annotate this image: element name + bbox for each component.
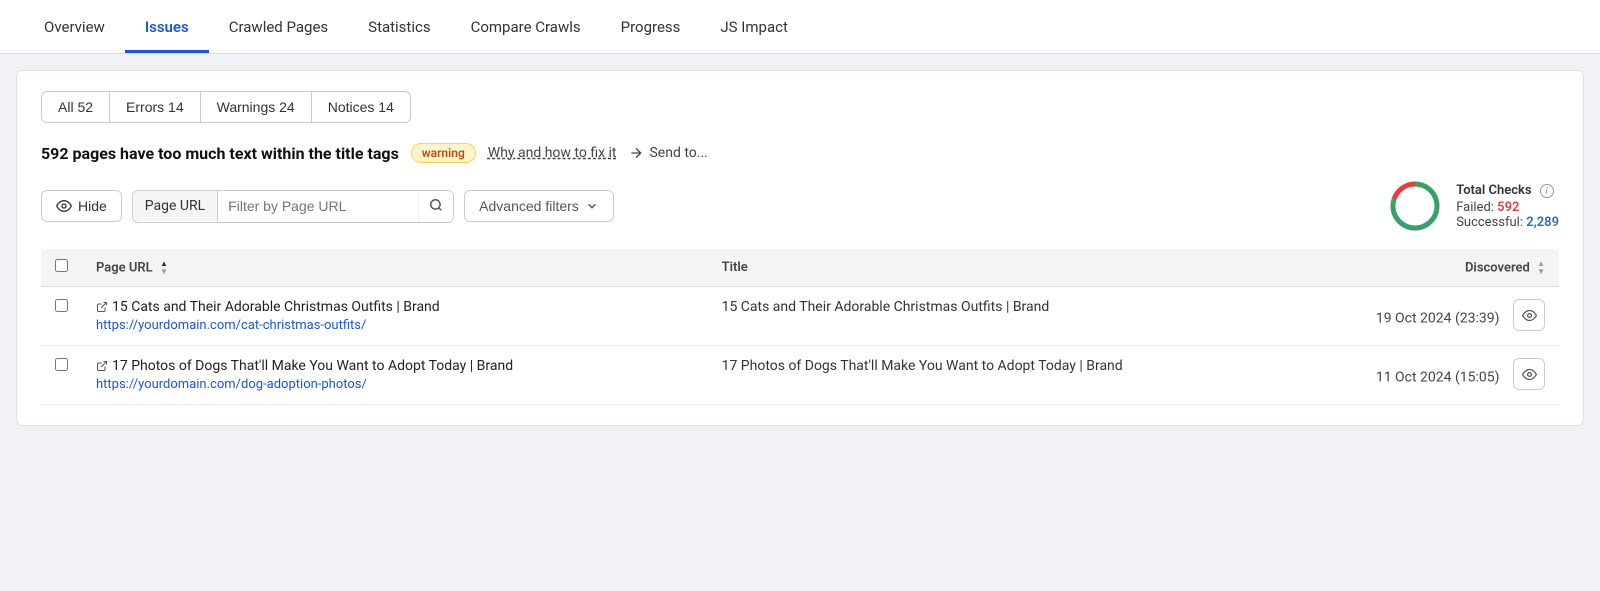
th-title: Title — [708, 249, 1235, 287]
tab-warnings[interactable]: Warnings 24 — [201, 91, 312, 123]
eye-icon — [1522, 367, 1537, 382]
filter-tabs: All 52 Errors 14 Warnings 24 Notices 14 — [41, 91, 1559, 123]
warning-badge: warning — [411, 143, 476, 163]
row-discovered-cell: 19 Oct 2024 (23:39) — [1234, 287, 1559, 346]
row-title-cell: 15 Cats and Their Adorable Christmas Out… — [708, 287, 1235, 346]
total-checks: Total Checks i Failed: 592 Successful: 2… — [1388, 179, 1559, 233]
checks-failed-line: Failed: 592 — [1456, 200, 1559, 215]
donut-chart — [1388, 179, 1442, 233]
row-eye-button[interactable] — [1513, 299, 1545, 331]
th-checkbox — [41, 249, 82, 287]
external-link-icon — [96, 301, 108, 313]
nav-js-impact[interactable]: JS Impact — [700, 0, 807, 53]
eye-icon — [1522, 308, 1537, 323]
url-filter-group: Page URL — [132, 190, 454, 223]
eye-icon — [56, 198, 72, 214]
search-icon — [429, 198, 443, 212]
page-url-text: 17 Photos of Dogs That'll Make You Want … — [96, 358, 694, 374]
select-all-checkbox[interactable] — [55, 259, 68, 272]
controls-row: Hide Page URL Advanced filters — [41, 179, 1559, 233]
page-url-link[interactable]: https://yourdomain.com/dog-adoption-phot… — [96, 377, 694, 392]
row-page-url-cell: 17 Photos of Dogs That'll Make You Want … — [82, 346, 708, 405]
checks-info: Total Checks i Failed: 592 Successful: 2… — [1456, 183, 1559, 230]
row-page-url-cell: 15 Cats and Their Adorable Christmas Out… — [82, 287, 708, 346]
row-checkbox-cell — [41, 346, 82, 405]
sort-arrows-discovered: ▲ ▼ — [1537, 260, 1545, 276]
nav-compare-crawls[interactable]: Compare Crawls — [451, 0, 601, 53]
checks-success-line: Successful: 2,289 — [1456, 215, 1559, 230]
url-filter-input[interactable] — [218, 191, 418, 221]
page-url-text: 15 Cats and Their Adorable Christmas Out… — [96, 299, 694, 315]
tab-notices[interactable]: Notices 14 — [312, 91, 411, 123]
page-url-link[interactable]: https://yourdomain.com/cat-christmas-out… — [96, 318, 694, 333]
why-fix-link[interactable]: Why and how to fix it — [488, 145, 617, 161]
row-discovered-cell: 11 Oct 2024 (15:05) — [1234, 346, 1559, 405]
hide-button[interactable]: Hide — [41, 190, 122, 222]
nav-overview[interactable]: Overview — [24, 0, 125, 53]
table-row: 15 Cats and Their Adorable Christmas Out… — [41, 287, 1559, 346]
chevron-down-icon — [585, 199, 599, 213]
nav-bar: Overview Issues Crawled Pages Statistics… — [0, 0, 1600, 54]
send-to-button[interactable]: Send to... — [628, 145, 707, 161]
results-table: Page URL ▲ ▼ Title Discovered ▲ ▼ — [41, 249, 1559, 405]
send-icon — [628, 145, 644, 161]
nav-issues[interactable]: Issues — [125, 0, 209, 53]
search-button[interactable] — [418, 191, 453, 222]
external-link-icon — [96, 360, 108, 372]
th-page-url[interactable]: Page URL ▲ ▼ — [82, 249, 708, 287]
main-content: All 52 Errors 14 Warnings 24 Notices 14 … — [16, 70, 1584, 426]
sort-arrows-url: ▲ ▼ — [160, 260, 168, 276]
filter-label: Page URL — [133, 191, 218, 221]
nav-progress[interactable]: Progress — [601, 0, 701, 53]
row-checkbox-cell — [41, 287, 82, 346]
tab-all[interactable]: All 52 — [41, 91, 110, 123]
nav-statistics[interactable]: Statistics — [348, 0, 450, 53]
row-title-cell: 17 Photos of Dogs That'll Make You Want … — [708, 346, 1235, 405]
th-discovered[interactable]: Discovered ▲ ▼ — [1234, 249, 1559, 287]
issue-header: 592 pages have too much text within the … — [41, 143, 1559, 163]
table-row: 17 Photos of Dogs That'll Make You Want … — [41, 346, 1559, 405]
row-eye-button[interactable] — [1513, 358, 1545, 390]
info-icon[interactable]: i — [1540, 184, 1554, 198]
issue-title: 592 pages have too much text within the … — [41, 144, 399, 163]
nav-crawled-pages[interactable]: Crawled Pages — [209, 0, 348, 53]
tab-errors[interactable]: Errors 14 — [110, 91, 201, 123]
advanced-filters-button[interactable]: Advanced filters — [464, 190, 614, 222]
row-checkbox[interactable] — [55, 358, 68, 371]
row-checkbox[interactable] — [55, 299, 68, 312]
